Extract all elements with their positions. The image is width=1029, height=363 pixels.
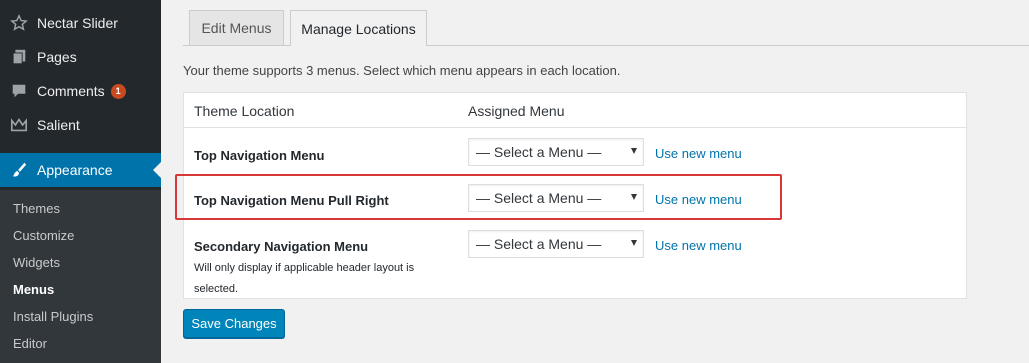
intro-text: Your theme supports 3 menus. Select whic…: [183, 63, 621, 78]
comments-icon: [9, 81, 29, 101]
star-icon: [9, 13, 29, 33]
sidebar-item-appearance[interactable]: Appearance: [0, 153, 161, 187]
sidebar-item-label: Nectar Slider: [37, 15, 118, 31]
submenu-item-customize[interactable]: Customize: [13, 228, 74, 243]
admin-sidebar: Nectar Slider Pages Comments 1 Salient A…: [0, 0, 161, 363]
submenu-item-menus[interactable]: Menus: [13, 282, 54, 297]
appearance-submenu: Themes Customize Widgets Menus Install P…: [0, 190, 161, 363]
select-value: — Select a Menu —: [476, 236, 602, 252]
sidebar-item-pages[interactable]: Pages: [0, 40, 161, 74]
tab-edit-menus[interactable]: Edit Menus: [189, 10, 284, 45]
highlight-annotation-box: [175, 174, 782, 220]
location-description: Will only display if applicable header l…: [194, 262, 415, 295]
menu-select-top-navigation[interactable]: — Select a Menu —: [468, 138, 644, 166]
sidebar-item-comments[interactable]: Comments 1: [0, 74, 161, 108]
submenu-item-editor[interactable]: Editor: [13, 336, 47, 351]
sidebar-item-label: Appearance: [37, 162, 113, 178]
location-secondary-navigation: Secondary Navigation Menu: [194, 239, 369, 254]
caret-down-icon: [631, 148, 637, 154]
sidebar-item-salient[interactable]: Salient: [0, 108, 161, 142]
pages-icon: [9, 47, 29, 67]
table-header: Theme Location Assigned Menu: [184, 93, 966, 128]
use-new-menu-link[interactable]: Use new menu: [655, 238, 742, 253]
header-theme-location: Theme Location: [194, 103, 295, 119]
submenu-item-install-plugins[interactable]: Install Plugins: [13, 309, 93, 324]
crown-icon: [9, 115, 29, 135]
submenu-item-widgets[interactable]: Widgets: [13, 255, 60, 270]
submenu-item-themes[interactable]: Themes: [13, 201, 60, 216]
location-top-navigation: Top Navigation Menu: [194, 148, 325, 163]
use-new-menu-link[interactable]: Use new menu: [655, 146, 742, 161]
sidebar-item-label: Salient: [37, 117, 80, 133]
select-value: — Select a Menu —: [476, 144, 602, 160]
caret-down-icon: [631, 240, 637, 246]
tab-manage-locations[interactable]: Manage Locations: [290, 10, 427, 46]
save-changes-button[interactable]: Save Changes: [183, 309, 285, 338]
sidebar-item-nectar-slider[interactable]: Nectar Slider: [0, 6, 161, 40]
menu-select-secondary-navigation[interactable]: — Select a Menu —: [468, 230, 644, 258]
header-assigned-menu: Assigned Menu: [468, 103, 565, 119]
active-menu-arrow: [153, 162, 161, 178]
sidebar-item-label: Pages: [37, 49, 77, 65]
paintbrush-icon: [9, 160, 29, 180]
comment-count-badge: 1: [110, 83, 126, 99]
sidebar-item-label: Comments: [37, 83, 105, 99]
